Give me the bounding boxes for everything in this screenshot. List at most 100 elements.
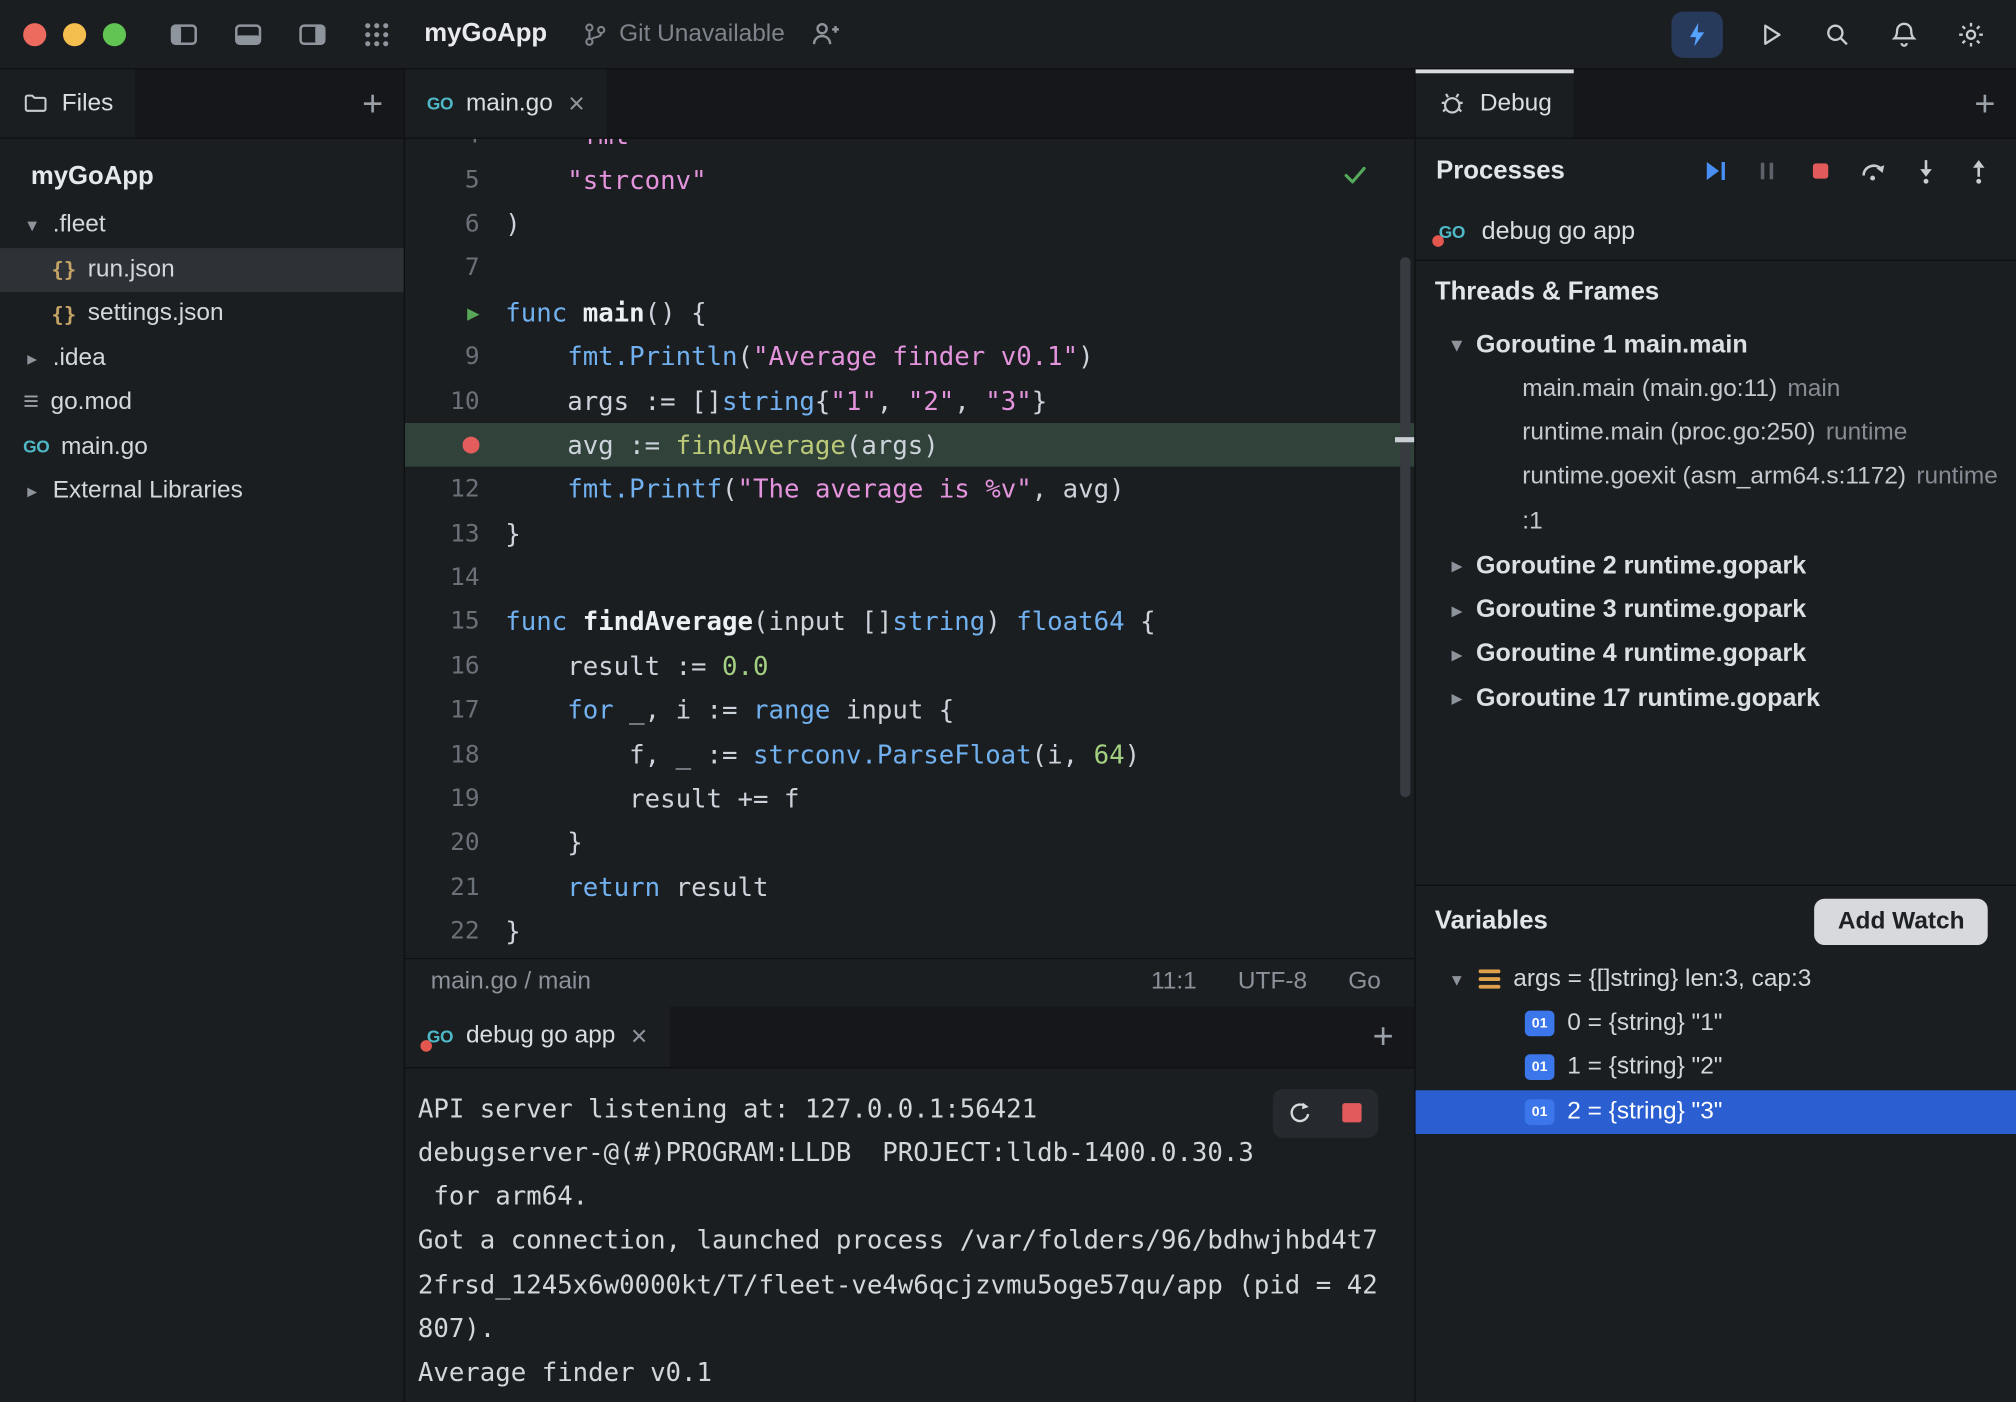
code-line-20[interactable]: 20 } (405, 821, 1414, 865)
gutter[interactable]: 18 (405, 740, 505, 768)
file-tree-item-run-json[interactable]: {}run.json (0, 248, 404, 292)
tab-files[interactable]: Files (0, 69, 135, 137)
goroutine-item[interactable]: ▸Goroutine 4 runtime.gopark (1416, 632, 2016, 676)
goroutine-item[interactable]: ▾Goroutine 1 main.main (1416, 323, 2016, 367)
code-line-8[interactable]: ▶func main() { (405, 290, 1414, 334)
stack-frame-item[interactable]: main.main (main.go:11)main (1416, 367, 2016, 411)
settings-button[interactable] (1952, 15, 1991, 54)
variable-item[interactable]: 010 = {string} "1" (1416, 1001, 2016, 1045)
gutter[interactable]: ▶ (405, 298, 505, 326)
variable-item[interactable]: ▾args = {[]string} len:3, cap:3 (1416, 957, 2016, 1001)
rerun-button[interactable] (1273, 1088, 1326, 1137)
file-tree-item-main-go[interactable]: GOmain.go (0, 425, 404, 469)
variable-item[interactable]: 012 = {string} "3" (1416, 1090, 2016, 1134)
gutter[interactable]: 17 (405, 696, 505, 724)
file-tree-item--fleet[interactable]: ▾.fleet (0, 203, 404, 247)
add-console-tab-button[interactable]: + (1352, 1018, 1414, 1054)
toggle-left-panel-button[interactable] (165, 15, 204, 54)
gutter[interactable]: 13 (405, 519, 505, 547)
tab-debug-console[interactable]: GO debug go app × (405, 1006, 669, 1066)
code-line-5[interactable]: 5 "strconv" (405, 157, 1414, 201)
file-encoding[interactable]: UTF-8 (1238, 968, 1307, 996)
code-line-11[interactable]: ● avg := findAverage(args) (405, 423, 1414, 467)
pause-button[interactable] (1751, 154, 1784, 187)
add-debug-tab-button[interactable]: + (1954, 86, 2016, 122)
breadcrumb[interactable]: main.go / main (431, 968, 1110, 996)
close-window-button[interactable] (23, 23, 46, 46)
inspections-ok-icon[interactable] (1340, 159, 1371, 190)
gutter[interactable]: 4 (405, 139, 505, 150)
git-status[interactable]: Git Unavailable (581, 20, 785, 48)
add-watch-button[interactable]: Add Watch (1815, 898, 1988, 944)
run-button[interactable] (1751, 15, 1790, 54)
tab-debug[interactable]: Debug (1416, 69, 1574, 137)
goroutine-item[interactable]: ▸Goroutine 2 runtime.gopark (1416, 544, 2016, 588)
gutter[interactable]: 15 (405, 607, 505, 635)
code-line-16[interactable]: 16 result := 0.0 (405, 644, 1414, 688)
zoom-window-button[interactable] (103, 23, 126, 46)
process-item[interactable]: GO debug go app (1416, 203, 2016, 260)
workspaces-button[interactable] (357, 15, 396, 54)
stack-frame-item[interactable]: :1 (1416, 500, 2016, 544)
code-line-18[interactable]: 18 f, _ := strconv.ParseFloat(i, 64) (405, 732, 1414, 776)
gutter[interactable]: 7 (405, 254, 505, 282)
stack-frame-item[interactable]: runtime.goexit (asm_arm64.s:1172)runtime (1416, 455, 2016, 499)
code-line-22[interactable]: 22} (405, 909, 1414, 953)
notifications-button[interactable] (1885, 15, 1924, 54)
gutter[interactable]: 12 (405, 475, 505, 503)
file-tree-item--idea[interactable]: ▸.idea (0, 336, 404, 380)
gutter[interactable]: 5 (405, 165, 505, 193)
file-tree-item-settings-json[interactable]: {}settings.json (0, 292, 404, 336)
file-tree-item-External-Libraries[interactable]: ▸External Libraries (0, 469, 404, 513)
gutter[interactable]: 10 (405, 386, 505, 414)
code-line-15[interactable]: 15func findAverage(input []string) float… (405, 600, 1414, 644)
code-line-9[interactable]: 9 fmt.Println("Average finder v0.1") (405, 334, 1414, 378)
code-line-21[interactable]: 21 return result (405, 865, 1414, 909)
code-line-17[interactable]: 17 for _, i := range input { (405, 688, 1414, 732)
step-out-button[interactable] (1962, 154, 1995, 187)
code-line-13[interactable]: 13} (405, 511, 1414, 555)
code-line-19[interactable]: 19 result += f (405, 776, 1414, 820)
step-over-button[interactable] (1857, 154, 1890, 187)
gutter[interactable]: ● (405, 431, 505, 459)
run-main-gutter-icon[interactable]: ▶ (467, 301, 479, 325)
goroutine-item[interactable]: ▸Goroutine 3 runtime.gopark (1416, 588, 2016, 632)
code-editor[interactable]: 4 "fmt"5 "strconv"6) 7 ▶func main() {9 fmt… (405, 139, 1414, 957)
stack-frame-item[interactable]: runtime.main (proc.go:250)runtime (1416, 411, 2016, 455)
search-button[interactable] (1818, 15, 1857, 54)
code-line-6[interactable]: 6) (405, 202, 1414, 246)
stop-debug-button[interactable] (1804, 154, 1837, 187)
code-line-4[interactable]: 4 "fmt" (405, 139, 1414, 158)
breakpoint-icon[interactable]: ● (463, 428, 480, 460)
gutter[interactable]: 20 (405, 829, 505, 857)
goroutine-item[interactable]: ▸Goroutine 17 runtime.gopark (1416, 676, 2016, 720)
tab-main-go[interactable]: GO main.go × (405, 69, 607, 137)
toggle-bottom-panel-button[interactable] (229, 15, 268, 54)
minimize-window-button[interactable] (63, 23, 86, 46)
code-line-12[interactable]: 12 fmt.Printf("The average is %v", avg) (405, 467, 1414, 511)
gutter[interactable]: 16 (405, 652, 505, 680)
code-line-14[interactable]: 14 (405, 555, 1414, 599)
gutter[interactable]: 14 (405, 563, 505, 591)
code-line-10[interactable]: 10 args := []string{"1", "2", "3"} (405, 378, 1414, 422)
project-root-item[interactable]: myGoApp (0, 149, 404, 203)
stop-button[interactable] (1326, 1088, 1379, 1137)
resume-button[interactable] (1698, 154, 1731, 187)
caret-position[interactable]: 11:1 (1151, 968, 1197, 996)
step-into-button[interactable] (1909, 154, 1942, 187)
variable-item[interactable]: 011 = {string} "2" (1416, 1046, 2016, 1090)
code-line-7[interactable]: 7 (405, 246, 1414, 290)
file-tree-item-go-mod[interactable]: ≡go.mod (0, 381, 404, 425)
collaborate-button[interactable] (805, 15, 844, 54)
gutter[interactable]: 9 (405, 342, 505, 370)
add-file-button[interactable]: + (342, 86, 404, 122)
close-tab-icon[interactable]: × (568, 89, 585, 117)
close-console-tab-icon[interactable]: × (631, 1022, 648, 1050)
gutter[interactable]: 6 (405, 210, 505, 238)
file-language[interactable]: Go (1348, 968, 1381, 996)
editor-scrollbar[interactable] (1400, 257, 1410, 797)
gutter[interactable]: 22 (405, 917, 505, 945)
debug-actions-button[interactable] (1671, 11, 1722, 57)
gutter[interactable]: 19 (405, 784, 505, 812)
project-title[interactable]: myGoApp (424, 19, 547, 49)
